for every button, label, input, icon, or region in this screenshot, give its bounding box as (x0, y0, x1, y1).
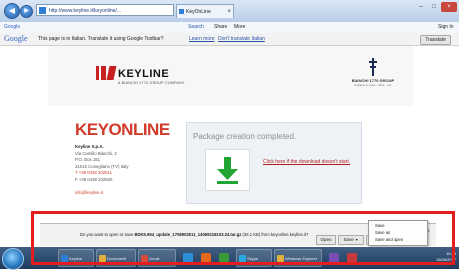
forward-button[interactable]: ▶ (20, 5, 33, 18)
mail-icon (141, 255, 148, 262)
site-favicon-icon (39, 7, 46, 14)
address-bar[interactable]: http://www.keyline.it/keyonline/... (36, 4, 174, 16)
tab-title: KeyOnLine (186, 9, 211, 15)
app-icon (329, 253, 339, 263)
download-icon-box[interactable] (205, 149, 250, 191)
download-prompt: Do you want to open or save BDK5.994_upd… (80, 232, 309, 237)
translate-bar: Google This page is in Italian. Translat… (0, 33, 459, 46)
maximize-button[interactable]: □ (428, 2, 440, 12)
app-icon (219, 253, 229, 263)
never-translate-link[interactable]: Don't translate Italian (218, 33, 265, 45)
taskbar-item[interactable]: Documenti (96, 249, 136, 267)
app-icon (201, 253, 211, 263)
folder-icon (277, 255, 284, 262)
google-logo: Google (4, 34, 28, 43)
taskbar-item[interactable]: Gmail (138, 249, 176, 267)
menu-item-save[interactable]: Save (375, 223, 385, 228)
company-line: Via Camillo Bianchi, 2 (75, 150, 117, 156)
package-status: Package creation completed. (193, 132, 297, 141)
taskbar: Keyline Documenti Gmail Skype Windows Ex… (0, 247, 459, 270)
save-dropdown-menu: Save Save as Save and open (368, 220, 428, 246)
group-logo-text: BIANCHI 1770 GROUP Keylane & Lana · Silc… (351, 78, 395, 87)
brand-name: KEYLINE (118, 68, 170, 80)
page-content: KEYLINE A BIANCHI 1770 GROUP COMPANY BIA… (0, 46, 459, 246)
open-button[interactable]: Open (316, 235, 336, 245)
share-button[interactable]: Share (214, 22, 227, 33)
brand-subtitle: A BIANCHI 1770 GROUP COMPANY (118, 81, 185, 85)
company-info: Keyline S.p.A. Via Camillo Bianchi, 2 P.… (75, 144, 170, 197)
taskbar-pinned-app[interactable] (326, 249, 342, 267)
save-button-label: Save (343, 237, 354, 242)
app-icon (347, 253, 357, 263)
download-filename: BDK5.994_update_1708903011_14069218103.2… (134, 232, 242, 237)
search-field[interactable]: Google (4, 22, 20, 33)
company-line (75, 184, 170, 191)
taskbar-item[interactable]: Skype (236, 249, 272, 267)
taskbar-pinned-app[interactable] (180, 249, 196, 267)
page-title: KEYONLINE (75, 120, 170, 139)
menu-item-save-as[interactable]: Save as (375, 230, 390, 235)
browser-titlebar: ◀ ▶ http://www.keyline.it/keyonline/... … (0, 0, 459, 23)
taskbar-item[interactable]: Keyline (58, 249, 94, 267)
tab-favicon-icon (179, 9, 184, 14)
learn-more-link[interactable]: Learn more (189, 33, 215, 45)
back-arrow-icon: ◀ (8, 6, 16, 15)
email-link[interactable]: info@keyline.it (75, 190, 170, 197)
tab-close-icon[interactable]: × (227, 5, 231, 19)
menu-item-save-and-open[interactable]: Save and open (375, 237, 403, 242)
close-window-button[interactable]: × (441, 2, 457, 12)
company-line: 31015 Conegliano (TV) Italy (75, 163, 129, 169)
taskbar-pinned-app[interactable] (216, 249, 232, 267)
save-button[interactable]: Save ▼ (338, 235, 364, 245)
company-line: P.O. Box 151 (75, 157, 101, 163)
app-icon (183, 253, 193, 263)
company-line: Keyline S.p.A. (75, 144, 104, 149)
download-link[interactable]: Click here if the download doesn't start… (263, 159, 350, 165)
chevron-down-icon[interactable]: ▼ (355, 238, 358, 242)
minimize-button[interactable]: – (415, 2, 427, 12)
company-line: T +39 0438 202511 (75, 170, 112, 176)
more-button[interactable]: More (234, 22, 245, 33)
translate-button[interactable]: Translate (420, 35, 451, 45)
address-text: http://www.keyline.it/keyonline/... (49, 8, 121, 14)
taskbar-pinned-app[interactable] (344, 249, 360, 267)
forward-arrow-icon: ▶ (24, 8, 29, 14)
bianchi-logo-icon (369, 58, 377, 76)
tab-keyonline[interactable]: KeyOnLine × (176, 4, 234, 18)
back-button[interactable]: ◀ (4, 3, 20, 19)
package-panel: Package creation completed. Click here i… (186, 122, 362, 204)
taskbar-pinned-app[interactable] (198, 249, 214, 267)
skype-icon (239, 255, 246, 262)
green-down-arrow-icon (217, 157, 238, 184)
search-button[interactable]: Search (188, 22, 204, 33)
translate-message: This page is in Italian. Translate it us… (38, 36, 164, 42)
sign-in-link[interactable]: Sign In (438, 22, 454, 33)
taskbar-item[interactable]: Windows Explorer (274, 249, 322, 267)
start-button[interactable] (2, 248, 24, 270)
folder-icon (99, 255, 106, 262)
ie-icon (61, 255, 68, 262)
system-clock[interactable]: 10:48 15/06/2017 (420, 251, 456, 263)
company-line: F +39 0438 202520 (75, 176, 113, 182)
